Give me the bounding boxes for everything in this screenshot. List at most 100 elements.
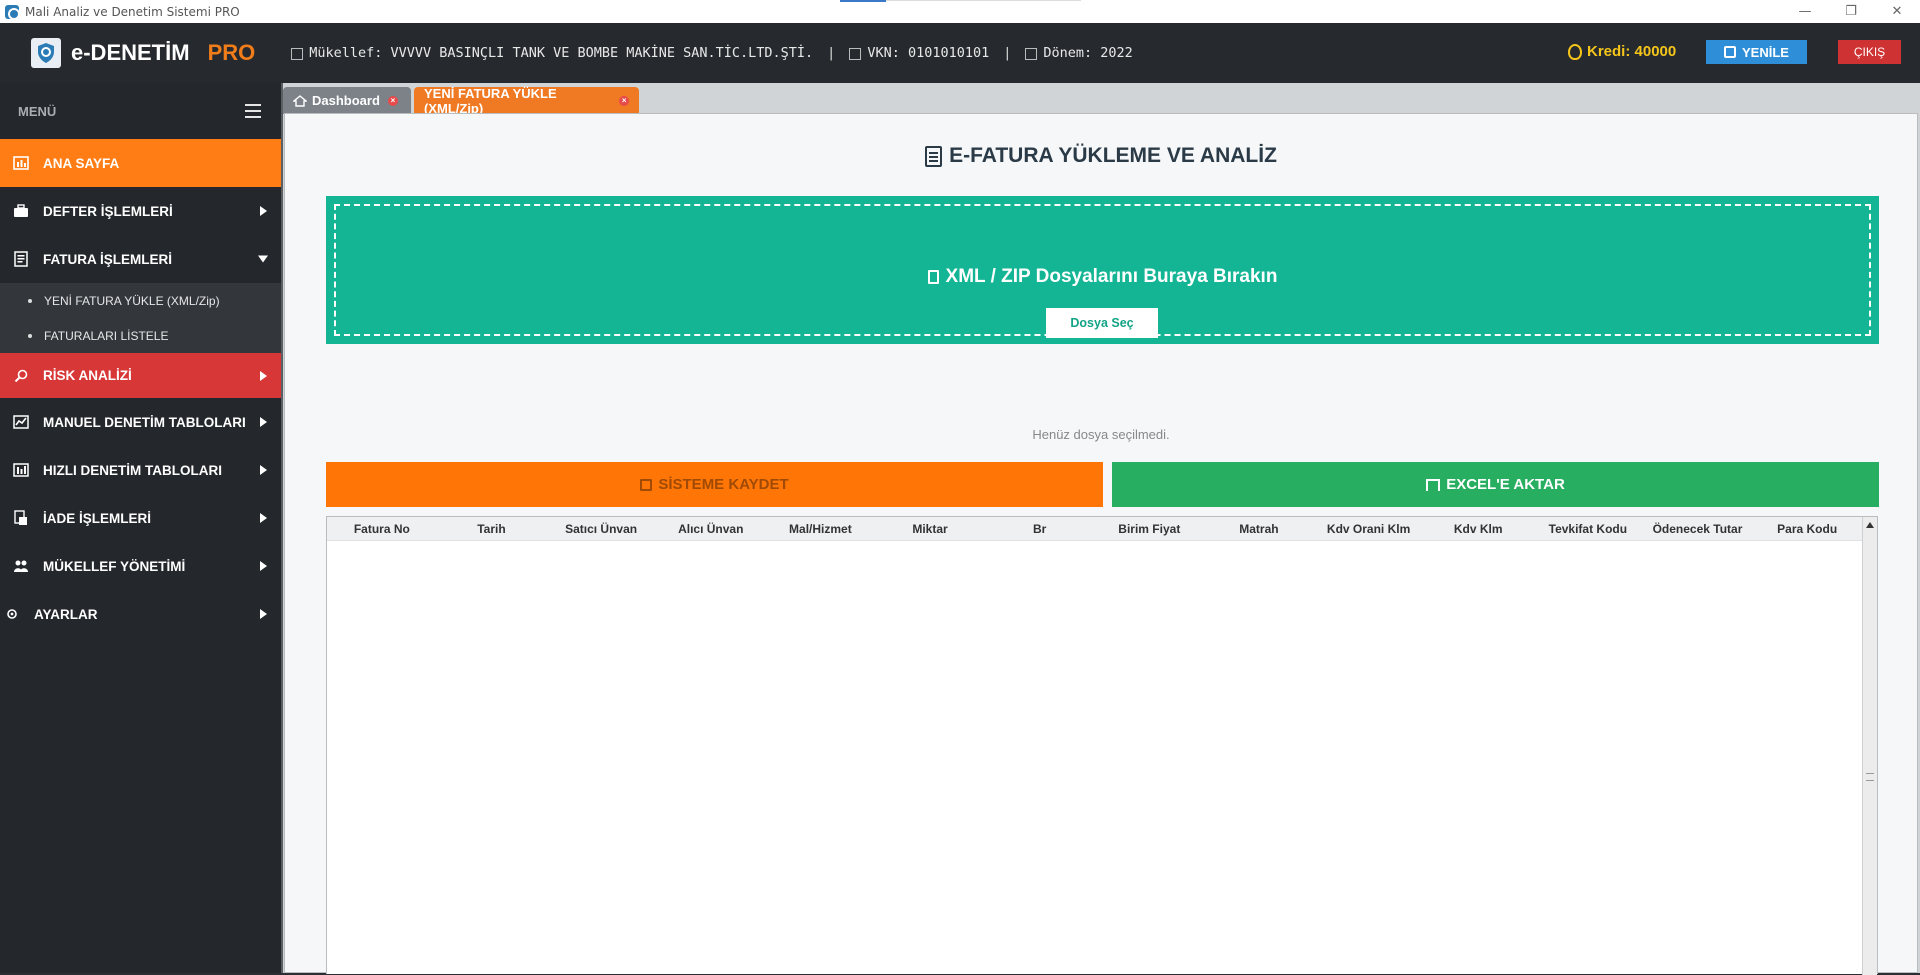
save-to-system-button[interactable]: SİSTEME KAYDET [326,462,1103,507]
sidebar-item-label: İADE İŞLEMLERİ [43,510,152,526]
sidebar-item-taxpayers[interactable]: MÜKELLEF YÖNETİMİ [0,542,281,590]
tab-label: YENİ FATURA YÜKLE (XML/Zip) [424,86,557,116]
chevron-right-icon [260,370,267,381]
vertical-scrollbar[interactable] [1862,517,1877,975]
scroll-up-icon[interactable] [1866,522,1874,528]
focus-indicator-line [886,0,1081,1]
sidebar-item-label: AYARLAR [34,606,98,622]
sidebar-item-settings[interactable]: AYARLAR [0,590,281,638]
restore-button[interactable]: ❐ [1828,0,1874,23]
hamburger-icon[interactable] [245,104,261,118]
sidebar-item-label: HIZLI DENETİM TABLOLARI [43,462,222,478]
column-header[interactable]: Fatura No [327,517,437,540]
sidebar-item-invoice[interactable]: FATURA İŞLEMLERİ [0,235,281,283]
separator: | [827,45,836,61]
taxpayer-info: Mükellef: VVVVV BASINÇLI TANK VE BOMBE M… [291,45,1133,61]
sidebar-item-label: ANA SAYFA [43,155,120,171]
taxpayer-name: Mükellef: VVVVV BASINÇLI TANK VE BOMBE M… [309,45,814,61]
choose-file-label: Dosya Seç [1070,316,1134,330]
table-header: Fatura No Tarih Satıcı Ünvan Alıcı Ünvan… [327,517,1862,541]
close-window-button[interactable]: ✕ [1874,0,1920,23]
search-icon [13,369,29,383]
content-panel: E-FATURA YÜKLEME VE ANALİZ XML / ZIP Dos… [284,113,1918,975]
sidebar-item-risk[interactable]: RİSK ANALİZİ [0,353,281,398]
page-title-text: E-FATURA YÜKLEME VE ANALİZ [949,144,1277,167]
separator: | [1003,45,1012,61]
vkn-value: VKN: 0101010101 [867,45,990,61]
building-icon [291,48,304,60]
tab-bar: Dashboard × YENİ FATURA YÜKLE (XML/Zip) … [283,83,1920,116]
tab-dashboard[interactable]: Dashboard × [283,87,411,114]
save-icon [640,478,653,491]
gear-icon [4,607,20,621]
column-header[interactable]: Br [985,517,1095,540]
column-header[interactable]: Satıcı Ünvan [546,517,656,540]
minimize-button[interactable]: — [1782,0,1828,23]
refresh-label: YENİLE [1742,44,1789,60]
submenu-item-list[interactable]: FATURALARI LİSTELE [0,318,281,353]
dropzone-text: XML / ZIP Dosyalarını Buraya Bırakın [326,266,1879,288]
period-value: Dönem: 2022 [1043,45,1133,61]
tab-upload-invoice[interactable]: YENİ FATURA YÜKLE (XML/Zip) × [414,86,639,116]
column-header[interactable]: Kdv Klm [1423,517,1533,540]
line-chart-icon [13,415,29,429]
exit-button[interactable]: ÇIKIŞ [1838,40,1901,64]
app-icon [5,4,20,20]
refund-icon [13,510,29,525]
bullet-icon [28,298,32,303]
column-header[interactable]: Matrah [1204,517,1314,540]
coin-icon [1568,43,1582,60]
column-header[interactable]: Kdv Orani Klm [1314,517,1424,540]
column-header[interactable]: Mal/Hizmet [766,517,876,540]
app-header: e-DENETİM PRO Mükellef: VVVVV BASINÇLI T… [0,23,1920,83]
home-icon [293,94,307,107]
scroll-grip[interactable] [1866,773,1874,781]
submenu-item-upload[interactable]: YENİ FATURA YÜKLE (XML/Zip) [0,283,281,318]
credit-display: Kredi: 40000 [1568,43,1676,60]
column-header[interactable]: Tevkifat Kodu [1533,517,1643,540]
choose-file-button[interactable]: Dosya Seç [1046,308,1158,338]
briefcase-icon [13,204,29,218]
chevron-right-icon [260,561,267,571]
menu-header: MENÜ [0,83,281,139]
bullet-icon [28,333,32,338]
chevron-right-icon [260,609,267,619]
export-excel-button[interactable]: EXCEL'E AKTAR [1112,462,1879,507]
sidebar-item-manual-audit[interactable]: MANUEL DENETİM TABLOLARI [0,398,281,446]
file-icon [927,270,939,284]
sidebar-item-label: DEFTER İŞLEMLERİ [43,203,173,219]
close-icon[interactable]: × [619,96,629,106]
document-icon [925,145,943,167]
submenu-item-label: YENİ FATURA YÜKLE (XML/Zip) [44,293,220,308]
exit-label: ÇIKIŞ [1853,45,1886,59]
column-header[interactable]: Alıcı Ünvan [656,517,766,540]
dropzone-label: XML / ZIP Dosyalarını Buraya Bırakın [945,266,1278,287]
invoice-icon [13,251,29,267]
logo-pro: PRO [207,40,256,65]
chevron-right-icon [260,465,267,475]
chart-icon [13,156,29,170]
logo-icon [31,38,61,68]
window-title: Mali Analiz ve Denetim Sistemi PRO [25,4,240,19]
column-header[interactable]: Para Kodu [1752,517,1862,540]
column-header[interactable]: Tarih [437,517,547,540]
calendar-icon [1025,48,1038,60]
refresh-icon [1724,46,1737,58]
users-icon [13,559,29,573]
id-icon [849,48,862,60]
chevron-right-icon [260,513,267,523]
close-icon[interactable]: × [387,95,398,106]
window-controls: — ❐ ✕ [1782,0,1920,23]
sidebar-item-quick-audit[interactable]: HIZLI DENETİM TABLOLARI [0,446,281,494]
column-header[interactable]: Ödenecek Tutar [1643,517,1753,540]
column-header[interactable]: Miktar [875,517,985,540]
sidebar-item-refund[interactable]: İADE İŞLEMLERİ [0,494,281,542]
sidebar-item-ledger[interactable]: DEFTER İŞLEMLERİ [0,187,281,235]
sidebar: MENÜ ANA SAYFA DEFTER İŞLEMLERİ FATURA İ… [0,83,281,973]
sidebar-item-home[interactable]: ANA SAYFA [0,139,281,187]
sidebar-item-label: MÜKELLEF YÖNETİMİ [43,558,186,574]
refresh-button[interactable]: YENİLE [1706,40,1807,64]
logo-text: e-DENETİM [71,40,190,65]
file-dropzone[interactable]: XML / ZIP Dosyalarını Buraya Bırakın Dos… [326,196,1879,344]
column-header[interactable]: Birim Fiyat [1094,517,1204,540]
